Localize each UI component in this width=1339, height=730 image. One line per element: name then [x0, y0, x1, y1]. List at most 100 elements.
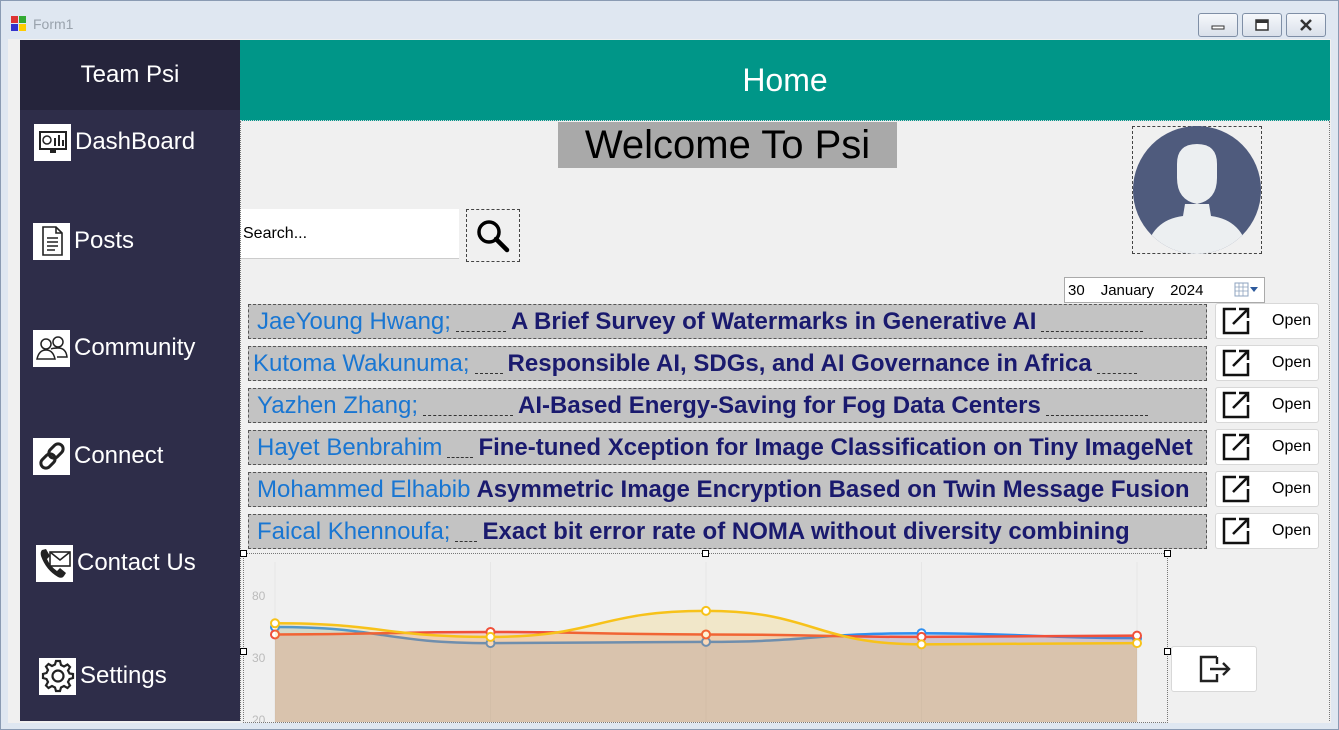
paper-title: AI-Based Energy-Saving for Fog Data Cent… — [518, 391, 1041, 419]
area-chart: 20 30 80 — [240, 550, 1171, 727]
gear-icon — [39, 657, 76, 695]
sidebar-item-label: Community — [74, 334, 196, 361]
gap-placeholder — [474, 354, 503, 374]
avatar[interactable] — [1132, 126, 1262, 254]
sidebar-item-settings[interactable]: Settings — [39, 656, 167, 696]
close-icon — [1300, 19, 1312, 31]
search-input[interactable] — [241, 209, 459, 259]
open-button[interactable]: Open — [1215, 345, 1319, 381]
sidebar-item-label: Settings — [80, 662, 167, 689]
external-link-icon — [1222, 433, 1250, 461]
date-day: 30 — [1068, 281, 1085, 299]
paper-title: Exact bit error rate of NOMA without div… — [482, 517, 1130, 545]
sidebar: Team Psi DashBoard Posts Community Conne… — [20, 40, 240, 721]
sidebar-item-connect[interactable]: Connect — [33, 436, 163, 476]
title-bar: Form1 — [1, 1, 1338, 39]
logout-icon — [1199, 655, 1231, 683]
external-link-icon — [1222, 391, 1250, 419]
data-point — [701, 605, 711, 616]
resize-handle[interactable] — [240, 550, 247, 557]
chart-svg: 20 30 80 — [252, 562, 1142, 727]
paper-row: Yazhen Zhang; AI-Based Energy-Saving for … — [248, 388, 1207, 423]
dashboard-icon — [34, 123, 71, 161]
data-point — [485, 631, 496, 642]
open-button[interactable]: Open — [1215, 303, 1319, 339]
page-title: Home — [742, 61, 828, 98]
sidebar-item-community[interactable]: Community — [33, 328, 195, 368]
window-title: Form1 — [33, 16, 74, 32]
sidebar-item-contact-us[interactable]: Contact Us — [36, 543, 196, 583]
y-tick-label: 30 — [252, 651, 266, 665]
gap-placeholder — [455, 522, 478, 542]
resize-handle[interactable] — [240, 648, 247, 655]
search-icon — [477, 219, 510, 252]
window: Form1 Team Psi DashBoard Posts Community… — [0, 0, 1339, 730]
data-point — [916, 639, 927, 650]
sidebar-item-label: Contact Us — [77, 549, 196, 576]
paper-author: Kutoma Wakunuma; — [253, 349, 470, 377]
external-link-icon — [1222, 307, 1250, 335]
series-area — [275, 610, 1137, 722]
app-icon — [11, 16, 27, 32]
user-avatar-icon — [1133, 126, 1261, 254]
open-button-label: Open — [1272, 354, 1312, 371]
sidebar-item-label: Posts — [74, 227, 135, 254]
paper-title: Asymmetric Image Encryption Based on Twi… — [476, 475, 1190, 503]
search-button[interactable] — [466, 209, 520, 262]
page-header: Home — [240, 40, 1330, 121]
brand-label: Team Psi — [20, 40, 240, 110]
resize-handle[interactable] — [702, 550, 709, 557]
external-link-icon — [1222, 517, 1250, 545]
date-picker[interactable]: 30 January 2024 — [1064, 277, 1265, 303]
open-button-label: Open — [1272, 312, 1312, 329]
y-tick-label: 80 — [252, 589, 266, 603]
people-icon — [33, 329, 70, 367]
date-month: January — [1100, 281, 1155, 299]
phone-mail-icon — [36, 544, 73, 582]
open-button[interactable]: Open — [1215, 429, 1319, 465]
paper-row: Kutoma Wakunuma; Responsible AI, SDGs, an… — [248, 346, 1207, 381]
minimize-button[interactable] — [1198, 13, 1238, 37]
date-year: 2024 — [1170, 281, 1204, 299]
gap-placeholder — [423, 396, 514, 416]
paper-author: Yazhen Zhang; — [257, 391, 419, 419]
form-client-area: Team Psi DashBoard Posts Community Conne… — [8, 39, 1331, 727]
gap-placeholder — [1041, 312, 1144, 332]
gap-placeholder — [455, 312, 506, 332]
external-link-icon — [1222, 475, 1250, 503]
welcome-label: Welcome To Psi — [558, 122, 897, 168]
sidebar-item-label: Connect — [74, 442, 164, 469]
gap-placeholder — [1096, 354, 1137, 374]
external-link-icon — [1222, 349, 1250, 377]
open-button[interactable]: Open — [1215, 513, 1319, 549]
paper-title: Responsible AI, SDGs, and AI Governance … — [507, 349, 1092, 377]
resize-handle[interactable] — [1164, 550, 1171, 557]
paper-row: Hayet Benbrahim Fine-tuned Xception for I… — [248, 430, 1207, 465]
gap-placeholder — [447, 438, 474, 458]
open-button[interactable]: Open — [1215, 387, 1319, 423]
paper-author: Faical Khennoufa; — [257, 517, 451, 545]
open-button[interactable]: Open — [1215, 471, 1319, 507]
sidebar-item-label: DashBoard — [75, 128, 196, 155]
data-point — [1132, 638, 1142, 649]
main-panel: Welcome To Psi 30 January 2024 — [240, 121, 1330, 727]
paper-author: Mohammed Elhabib — [257, 475, 471, 503]
paper-row: JaeYoung Hwang; A Brief Survey of Waterma… — [248, 304, 1207, 339]
gap-placeholder — [1045, 396, 1148, 416]
paper-row: Faical Khennoufa; Exact bit error rate of… — [248, 514, 1207, 549]
sidebar-item-dashboard[interactable]: DashBoard — [34, 122, 195, 162]
sidebar-item-posts[interactable]: Posts — [33, 221, 134, 261]
open-button-label: Open — [1272, 396, 1312, 413]
resize-handle[interactable] — [1164, 648, 1171, 655]
y-tick-label: 20 — [252, 713, 266, 722]
close-button[interactable] — [1286, 13, 1326, 37]
link-icon — [33, 437, 70, 475]
data-point — [270, 618, 280, 629]
paper-title: A Brief Survey of Watermarks in Generati… — [510, 307, 1037, 335]
open-button-label: Open — [1272, 522, 1312, 539]
calendar-dropdown-icon — [1234, 282, 1258, 297]
maximize-button[interactable] — [1242, 13, 1282, 37]
logout-button[interactable] — [1171, 646, 1257, 692]
maximize-icon — [1255, 19, 1269, 31]
document-icon — [33, 222, 70, 260]
